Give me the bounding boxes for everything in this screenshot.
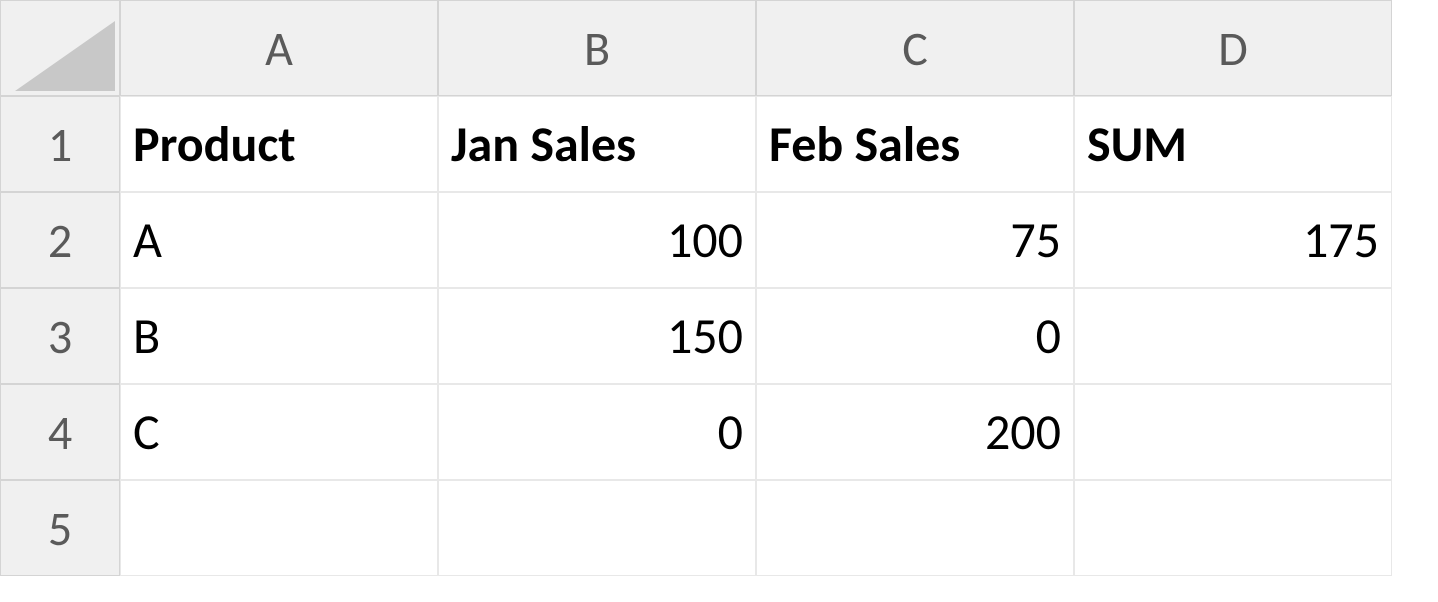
- cell-A2[interactable]: A: [120, 192, 438, 288]
- cell-D2[interactable]: 175: [1074, 192, 1392, 288]
- row-header-5[interactable]: 5: [0, 480, 120, 576]
- cell-D1[interactable]: SUM: [1074, 96, 1392, 192]
- row-header-2[interactable]: 2: [0, 192, 120, 288]
- cell-A1[interactable]: Product: [120, 96, 438, 192]
- cell-B1[interactable]: Jan Sales: [438, 96, 756, 192]
- cell-B5[interactable]: [438, 480, 756, 576]
- select-all-corner[interactable]: [0, 0, 120, 96]
- cell-C3[interactable]: 0: [756, 288, 1074, 384]
- cell-B2[interactable]: 100: [438, 192, 756, 288]
- cell-A4[interactable]: C: [120, 384, 438, 480]
- column-header-C[interactable]: C: [756, 0, 1074, 96]
- cell-C2[interactable]: 75: [756, 192, 1074, 288]
- cell-D4[interactable]: [1074, 384, 1392, 480]
- cell-C4[interactable]: 200: [756, 384, 1074, 480]
- cell-A5[interactable]: [120, 480, 438, 576]
- spreadsheet-grid: A B C D 1 Product Jan Sales Feb Sales SU…: [0, 0, 1438, 576]
- cell-B4[interactable]: 0: [438, 384, 756, 480]
- cell-A3[interactable]: B: [120, 288, 438, 384]
- cell-B3[interactable]: 150: [438, 288, 756, 384]
- cell-D3[interactable]: [1074, 288, 1392, 384]
- row-header-4[interactable]: 4: [0, 384, 120, 480]
- cell-C1[interactable]: Feb Sales: [756, 96, 1074, 192]
- column-header-D[interactable]: D: [1074, 0, 1392, 96]
- column-header-B[interactable]: B: [438, 0, 756, 96]
- column-header-A[interactable]: A: [120, 0, 438, 96]
- row-header-1[interactable]: 1: [0, 96, 120, 192]
- cell-D5[interactable]: [1074, 480, 1392, 576]
- cell-C5[interactable]: [756, 480, 1074, 576]
- row-header-3[interactable]: 3: [0, 288, 120, 384]
